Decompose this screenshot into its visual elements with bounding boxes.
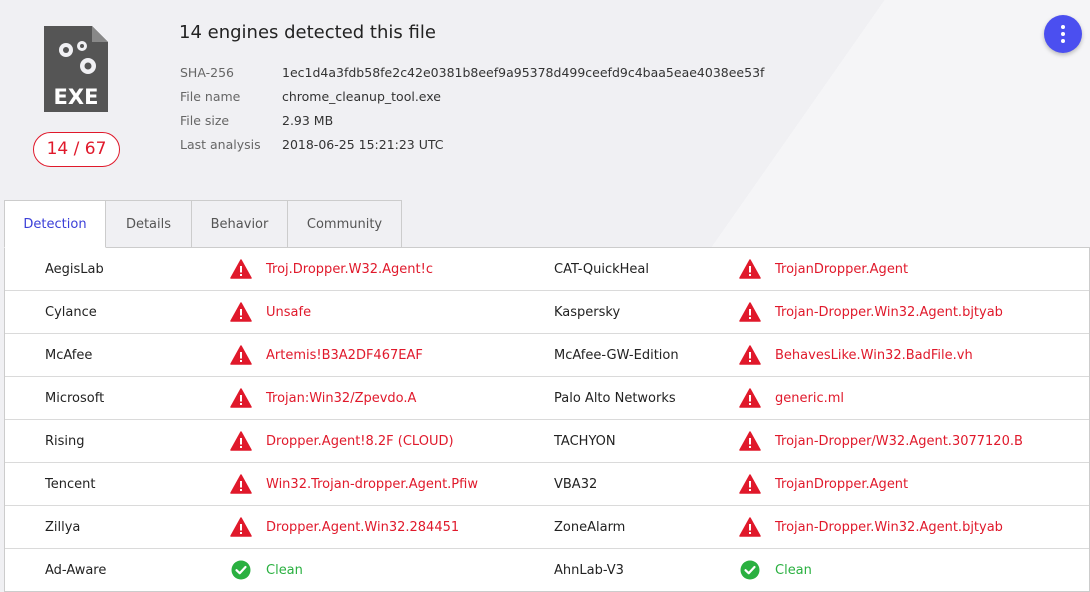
detection-row: Microsoft Trojan:Win32/Zpevdo.A Palo Alto …: [5, 377, 1089, 420]
last-analysis-value: 2018-06-25 15:21:23 UTC: [282, 136, 444, 152]
detection-result: Dropper.Agent.Win32.284451: [266, 520, 460, 535]
check-circle-icon: [739, 560, 761, 580]
detection-result: Clean: [775, 563, 812, 578]
detection-result: Troj.Dropper.W32.Agent!c: [266, 262, 433, 277]
detection-row: Tencent Win32.Trojan-dropper.Agent.Pfiw VB…: [5, 463, 1089, 506]
detection-result: Dropper.Agent!8.2F (CLOUD): [266, 434, 454, 449]
engine-name: Palo Alto Networks: [554, 391, 676, 406]
warning-triangle-icon: [739, 345, 761, 365]
detections-table: AegisLab Troj.Dropper.W32.Agent!c CAT-Quic…: [4, 247, 1090, 592]
detection-result: Artemis!B3A2DF467EAF: [266, 348, 423, 363]
engine-name: McAfee-GW-Edition: [554, 348, 679, 363]
engine-name: Zillya: [45, 520, 81, 535]
check-circle-icon: [230, 560, 252, 580]
detection-result: Unsafe: [266, 305, 312, 320]
tab-detection[interactable]: Detection: [4, 200, 106, 248]
detection-row: Ad-Aware Clean AhnLab-V3 Clean: [5, 549, 1089, 592]
engine-name: AegisLab: [45, 262, 104, 277]
file-size-value: 2.93 MB: [282, 112, 334, 128]
detection-row: Zillya Dropper.Agent.Win32.284451 ZoneAlar…: [5, 506, 1089, 549]
engine-name: Rising: [45, 434, 85, 449]
warning-triangle-icon: [230, 259, 252, 279]
detection-result: generic.ml: [775, 391, 844, 406]
tab-bar: Detection Details Behavior Community: [4, 200, 402, 248]
warning-triangle-icon: [230, 345, 252, 365]
meta-label: File size: [180, 112, 230, 128]
detection-result: Win32.Trojan-dropper.Agent.Pfiw: [266, 477, 478, 492]
tab-community[interactable]: Community: [287, 200, 402, 248]
warning-triangle-icon: [739, 302, 761, 322]
svg-text:EXE: EXE: [54, 85, 99, 109]
engine-name: VBA32: [554, 477, 598, 492]
meta-row-file-name: File name chrome_cleanup_tool.exe: [180, 84, 764, 108]
vertical-dots-icon: [1061, 25, 1065, 29]
file-name-value: chrome_cleanup_tool.exe: [282, 88, 441, 104]
detection-result: TrojanDropper.Agent: [775, 262, 909, 277]
warning-triangle-icon: [230, 302, 252, 322]
warning-triangle-icon: [230, 431, 252, 451]
detection-row: McAfee Artemis!B3A2DF467EAF McAfee-GW-Edit…: [5, 334, 1089, 377]
engine-name: TACHYON: [554, 434, 616, 449]
meta-row-last-analysis: Last analysis 2018-06-25 15:21:23 UTC: [180, 132, 764, 156]
detection-row: Cylance Unsafe Kaspersky Trojan-Dropper.Win…: [5, 291, 1089, 334]
meta-label: SHA-256: [180, 64, 234, 80]
engine-name: AhnLab-V3: [554, 563, 624, 578]
warning-triangle-icon: [739, 474, 761, 494]
warning-triangle-icon: [739, 388, 761, 408]
more-options-button[interactable]: [1044, 15, 1082, 53]
sha256-value: 1ec1d4a3fdb58fe2c42e0381b8eef9a95378d499…: [282, 64, 765, 80]
meta-label: Last analysis: [180, 136, 261, 152]
warning-triangle-icon: [230, 517, 252, 537]
meta-label: File name: [180, 88, 241, 104]
warning-triangle-icon: [739, 259, 761, 279]
detection-result: Trojan-Dropper.Win32.Agent.bjtyab: [775, 520, 1003, 535]
engine-name: McAfee: [45, 348, 93, 363]
detection-result: TrojanDropper.Agent: [775, 477, 909, 492]
engine-name: Cylance: [45, 305, 97, 320]
page-title: 14 engines detected this file: [179, 22, 436, 43]
engine-name: Tencent: [45, 477, 96, 492]
warning-triangle-icon: [230, 474, 252, 494]
detection-row: Rising Dropper.Agent!8.2F (CLOUD) TACHYON T…: [5, 420, 1089, 463]
warning-triangle-icon: [739, 431, 761, 451]
engine-name: Ad-Aware: [45, 563, 107, 578]
file-metadata: SHA-256 1ec1d4a3fdb58fe2c42e0381b8eef9a9…: [180, 60, 764, 156]
detection-row: AegisLab Troj.Dropper.W32.Agent!c CAT-Quic…: [5, 248, 1089, 291]
engine-name: Microsoft: [45, 391, 105, 406]
detection-result: Clean: [266, 563, 303, 578]
meta-row-sha256: SHA-256 1ec1d4a3fdb58fe2c42e0381b8eef9a9…: [180, 60, 764, 84]
engine-name: CAT-QuickHeal: [554, 262, 649, 277]
meta-row-file-size: File size 2.93 MB: [180, 108, 764, 132]
tab-details[interactable]: Details: [105, 200, 192, 248]
detection-result: Trojan-Dropper/W32.Agent.3077120.B: [775, 434, 1023, 449]
detection-result: Trojan:Win32/Zpevdo.A: [266, 391, 417, 406]
tab-behavior[interactable]: Behavior: [191, 200, 288, 248]
detection-score-badge: 14 / 67: [33, 132, 120, 167]
engine-name: ZoneAlarm: [554, 520, 626, 535]
detection-result: BehavesLike.Win32.BadFile.vh: [775, 348, 973, 363]
detection-result: Trojan-Dropper.Win32.Agent.bjtyab: [775, 305, 1003, 320]
exe-file-icon: EXE: [44, 26, 108, 112]
warning-triangle-icon: [739, 517, 761, 537]
engine-name: Kaspersky: [554, 305, 621, 320]
warning-triangle-icon: [230, 388, 252, 408]
